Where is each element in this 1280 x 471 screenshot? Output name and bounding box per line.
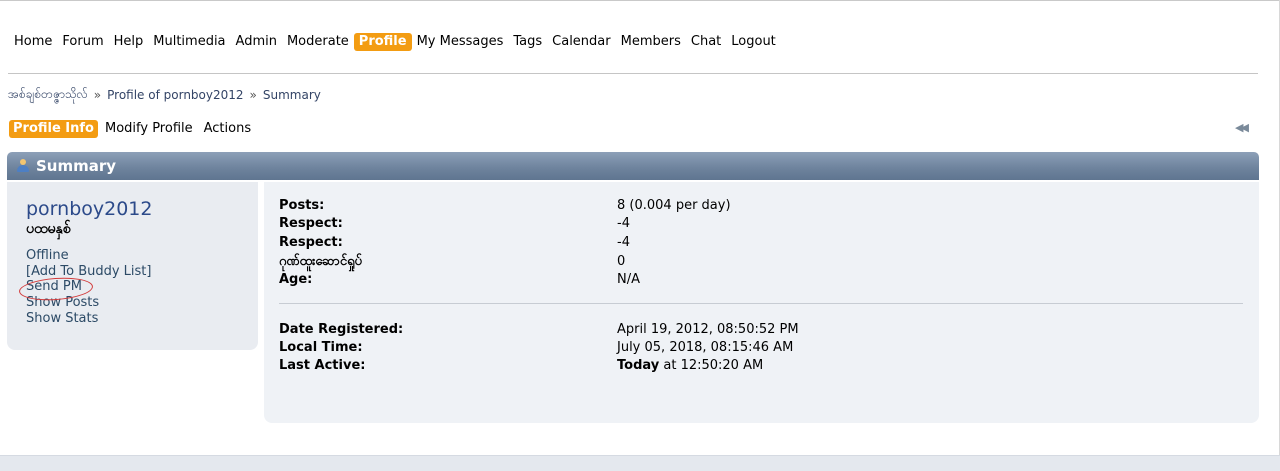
stat-value-age: N/A: [617, 272, 640, 287]
stat-label-last-active: Last Active:: [279, 358, 366, 373]
breadcrumb-summary[interactable]: Summary: [263, 88, 321, 102]
stat-label-local-time: Local Time:: [279, 340, 363, 355]
tab-modify-profile[interactable]: Modify Profile: [101, 120, 197, 138]
user-title: ပထမနှစ်: [26, 221, 71, 237]
top-border: [0, 0, 1280, 1]
menu-item-moderate[interactable]: Moderate: [282, 33, 354, 51]
menu-item-profile[interactable]: Profile: [353, 33, 412, 51]
send-pm-link[interactable]: Send PM: [26, 279, 82, 295]
stat-value-posts: 8 (0.004 per day): [617, 198, 731, 213]
stat-value-respect: -4: [617, 216, 630, 231]
menu-item-help[interactable]: Help: [109, 33, 149, 51]
tab-profile-info[interactable]: Profile Info: [9, 120, 98, 138]
menu-item-members[interactable]: Members: [616, 33, 686, 51]
stat-value-last-active: Today at 12:50:20 AM: [617, 357, 763, 375]
breadcrumb-forum-home[interactable]: အစ်ချစ်တဇ္ဇာသိုလ်: [8, 86, 88, 104]
breadcrumb: အစ်ချစ်တဇ္ဇာသိုလ် » Profile of pornboy20…: [8, 86, 321, 104]
online-status: Offline: [26, 248, 69, 263]
last-active-day: Today: [617, 358, 660, 373]
stat-label-respect: Respect:: [279, 216, 343, 231]
stat-label-respect-2: Respect:: [279, 235, 343, 250]
stat-value-date-registered: April 19, 2012, 08:50:52 PM: [617, 322, 799, 337]
user-icon: [16, 159, 30, 173]
menu-divider: [8, 73, 1258, 74]
stat-value-respect-2: -4: [617, 235, 630, 250]
main-menu: Home Forum Help Multimedia Admin Moderat…: [9, 33, 781, 51]
show-posts-link[interactable]: Show Posts: [26, 295, 99, 311]
double-chevron-left-icon[interactable]: ◀◀: [1235, 122, 1251, 134]
menu-item-chat[interactable]: Chat: [686, 33, 726, 51]
username: pornboy2012: [26, 198, 153, 220]
breadcrumb-separator: »: [249, 88, 257, 102]
menu-item-home[interactable]: Home: [9, 33, 57, 51]
menu-item-calendar[interactable]: Calendar: [547, 33, 615, 51]
last-active-time: at 12:50:20 AM: [659, 358, 764, 373]
stat-label-age: Age:: [279, 272, 313, 287]
menu-item-logout[interactable]: Logout: [726, 33, 781, 51]
show-stats-link[interactable]: Show Stats: [26, 311, 98, 327]
menu-item-forum[interactable]: Forum: [57, 33, 108, 51]
stat-value-honor: 0: [617, 254, 626, 269]
stat-value-local-time: July 05, 2018, 08:15:46 AM: [617, 340, 794, 355]
stat-label-posts: Posts:: [279, 198, 325, 213]
user-stats-panel: Posts: 8 (0.004 per day) Respect: -4 Res…: [264, 182, 1259, 423]
tab-actions[interactable]: Actions: [200, 120, 256, 138]
menu-item-multimedia[interactable]: Multimedia: [148, 33, 230, 51]
add-buddy-link[interactable]: [Add To Buddy List]: [26, 264, 151, 280]
user-info-panel: pornboy2012 ပထမနှစ် Offline [Add To Budd…: [7, 182, 258, 350]
stats-divider: [279, 303, 1243, 304]
stat-label-date-registered: Date Registered:: [279, 322, 404, 337]
menu-item-my-messages[interactable]: My Messages: [412, 33, 509, 51]
footer-bar: [0, 455, 1280, 471]
breadcrumb-profile[interactable]: Profile of pornboy2012: [107, 88, 243, 102]
breadcrumb-separator: »: [93, 88, 102, 102]
profile-tabs: Profile Info Modify Profile Actions: [9, 120, 258, 138]
stat-label-honor: ဂုဏ်ထူးဆောင်ရှုပ်: [279, 254, 362, 269]
menu-item-admin[interactable]: Admin: [231, 33, 282, 51]
summary-title: Summary: [36, 157, 117, 175]
summary-header: Summary: [7, 152, 1259, 180]
menu-item-tags[interactable]: Tags: [508, 33, 547, 51]
